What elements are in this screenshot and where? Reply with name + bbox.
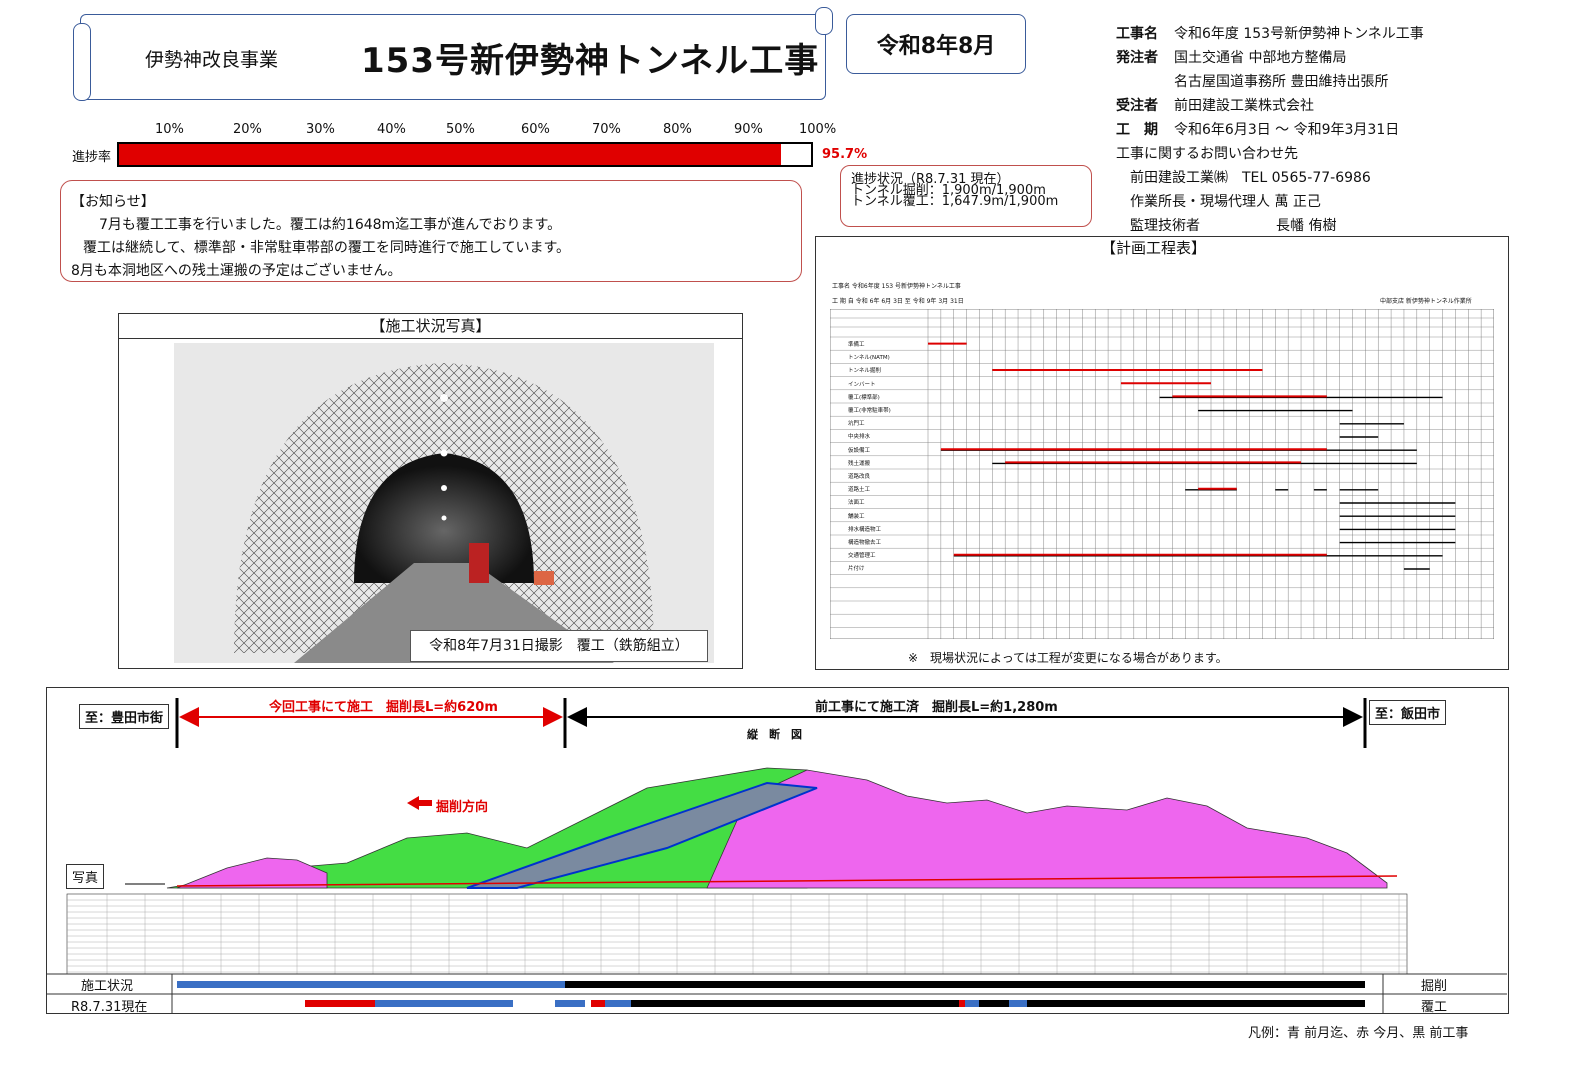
current-work-label: 今回工事にて施工 掘削長L=約620m: [269, 700, 498, 715]
schedule-header: 【計画工程表】: [1101, 239, 1207, 257]
gantt-row-label: トンネル掘削: [848, 368, 881, 375]
month-badge: 令和8年8月: [846, 14, 1026, 74]
gantt-row-label: 覆工(標準部): [848, 394, 880, 401]
gantt-row-label: 舗装工: [848, 513, 865, 520]
gantt-row-label: トンネル(NATM): [848, 355, 890, 362]
scroll-curl-right: [815, 7, 833, 35]
contact-title: 工事に関するお問い合わせ先: [1116, 146, 1298, 162]
info-key: 発注者: [1116, 50, 1158, 66]
progress-tick: 70%: [592, 122, 621, 137]
previous-work-label: 前工事にて施工済 掘削長L=約1,280m: [815, 700, 1058, 715]
notice-line: 7月も覆工工事を行いました。覆工は約1648m迄工事が進んでおります。: [99, 217, 562, 233]
right-destination: 至：飯田市: [1369, 700, 1447, 725]
progress-status-box: 進捗状況（R8.7.31 現在） トンネル掘削：1,900m/1,900m トン…: [840, 165, 1092, 227]
photo-location-tag: 写真: [66, 864, 105, 889]
gantt-row-label: インバート: [848, 381, 876, 388]
gantt-row-label: 仮設備工: [848, 447, 871, 454]
schedule-doc-period: 工 期 自 令和 6年 6月 3日 至 令和 9年 3月 31日: [832, 298, 964, 305]
section-title: 縦 断 図: [747, 728, 802, 741]
info-value: 令和6年度 153号新伊勢神トンネル工事: [1174, 26, 1424, 42]
photo-header: 【施工状況写真】: [119, 314, 742, 339]
progress-tick: 20%: [233, 122, 262, 137]
gantt-row-label: 覆工(非常駐車帯): [848, 408, 891, 414]
progress-tick: 100%: [799, 122, 837, 137]
legend: 凡例：青 前月迄、赤 今月、黒 前工事: [1248, 1026, 1469, 1041]
gantt-row-label: 中央排水: [848, 434, 871, 441]
gantt-row-label: 交通管理工: [848, 553, 876, 560]
info-value: 国土交通省 中部地方整備局: [1174, 50, 1347, 66]
progress-fill: [119, 144, 782, 165]
gantt-row-label: 構造物撤去工: [848, 540, 882, 546]
progress-tick: 80%: [663, 122, 692, 137]
gantt-row-label: 片付け: [848, 566, 865, 573]
project-subtitle: 伊勢神改良事業: [145, 49, 279, 71]
progress-tick: 90%: [734, 122, 763, 137]
status-label: 施工状況: [81, 979, 134, 994]
progress-value: 95.7%: [822, 147, 868, 162]
left-destination: 至：豊田市街: [79, 704, 170, 729]
schedule-panel: 【計画工程表】 工事名 令和6年度 153 号新伊勢神トンネル工事 工 期 自 …: [815, 236, 1509, 670]
progress-label: 進捗率: [72, 150, 112, 165]
lining-label: 覆工: [1421, 1000, 1448, 1015]
schedule-doc-office: 中部支店 新伊勢神トンネル作業所: [1380, 298, 1472, 305]
info-key: 工事名: [1116, 26, 1158, 42]
gantt-row-label: 道路土工: [848, 487, 871, 494]
profile-panel: 至：豊田市街 至：飯田市 今回工事にて施工 掘削長L=約620m 前工事にて施工…: [46, 687, 1509, 1015]
photo-caption: 令和8年7月31日撮影 覆工（鉄筋組立）: [410, 630, 708, 662]
gantt-grid: [830, 309, 1494, 639]
gantt-row-label: 残土運搬: [848, 460, 871, 467]
progress-tick: 60%: [521, 122, 550, 137]
gantt-chart: [830, 309, 1494, 639]
info-value: 名古屋国道事務所 豊田維持出張所: [1174, 74, 1389, 90]
notice-line: 覆工は継続して、標準部・非常駐車帯部の覆工を同時進行で施工しています。: [83, 240, 571, 256]
progress-bar: [117, 142, 813, 167]
info-value: 前田建設工業株式会社: [1174, 98, 1314, 114]
schedule-note: ※ 現場状況によっては工程が変更になる場合があります。: [908, 651, 1228, 665]
progress-tick: 30%: [306, 122, 335, 137]
photo-panel: 【施工状況写真】 令和8年7月31日撮影 覆工（鉄筋組立）: [118, 313, 743, 669]
progress-tick: 50%: [446, 122, 475, 137]
date-label: R8.7.31現在: [71, 1000, 148, 1015]
gantt-row-label: 準備工: [848, 342, 865, 348]
notice-line: 8月も本洞地区への残土運搬の予定はございません。: [71, 263, 402, 279]
info-value: 長幡 侑樹: [1276, 218, 1337, 234]
info-key: 監理技術者: [1130, 218, 1200, 234]
gantt-row-label: 法面工: [848, 500, 865, 507]
excavation-label: 掘削: [1421, 979, 1448, 994]
page-title: 153号新伊勢神トンネル工事: [361, 41, 820, 81]
gantt-row-label: 坑門工: [848, 421, 865, 428]
notice-title: 【お知らせ】: [71, 194, 155, 210]
tunnel-photo: [174, 343, 714, 663]
info-key: 受注者: [1116, 98, 1158, 114]
gantt-row-label: 道路改良: [848, 474, 871, 480]
progress-tick: 40%: [377, 122, 406, 137]
excavation-direction: 掘削方向: [436, 800, 489, 815]
info-key: 工 期: [1116, 122, 1158, 138]
contact-tel: 前田建設工業㈱ TEL 0565-77-6986: [1130, 170, 1371, 186]
project-info: 工事名 令和6年度 153号新伊勢神トンネル工事 発注者 国土交通省 中部地方整備局…: [1116, 22, 1424, 238]
status-line: トンネル覆工：1,647.9m/1,900m: [851, 194, 1059, 209]
notice-box: 【お知らせ】 7月も覆工工事を行いました。覆工は約1648m迄工事が進んでおりま…: [60, 180, 802, 282]
gantt-row-label: 排水構造物工: [848, 526, 882, 533]
progress-tick: 10%: [155, 122, 184, 137]
info-value: 令和6年6月3日 〜 令和9年3月31日: [1174, 122, 1400, 138]
schedule-doc-title: 工事名 令和6年度 153 号新伊勢神トンネル工事: [832, 283, 961, 290]
title-banner: 伊勢神改良事業 153号新伊勢神トンネル工事: [73, 7, 833, 101]
scroll-curl-left: [73, 23, 91, 101]
contact-manager: 作業所長・現場代理人 萬 正己: [1130, 194, 1321, 210]
